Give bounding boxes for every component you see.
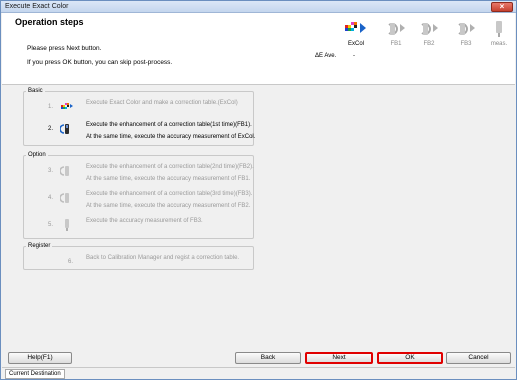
dialog-window: Execute Exact Color × Operation steps Pl…	[0, 0, 517, 380]
step-number: 3.	[48, 168, 54, 174]
ok-button[interactable]: OK	[377, 352, 443, 364]
feedback-cycle-icon	[458, 23, 475, 35]
excol-chart-icon	[345, 22, 366, 33]
stage-label: ExCol	[347, 41, 364, 47]
feedback-cycle-icon	[421, 23, 438, 35]
measurement-device-icon	[65, 219, 69, 231]
close-button[interactable]: ×	[491, 2, 513, 12]
excol-chart-icon	[61, 103, 73, 109]
group-basic: Basic 1. Execute Exact Color and make a …	[23, 88, 256, 146]
stage-fb2: FB2	[412, 19, 446, 53]
stage-label: FB3	[460, 41, 472, 47]
group-title: Basic	[26, 88, 45, 94]
stage-measurement: meas.	[482, 19, 516, 53]
stage-fb1: FB1	[379, 19, 413, 53]
step-description: Execute the enhancement of a correction …	[86, 164, 254, 170]
status-bar: Current Destination	[2, 367, 515, 379]
stage-fb3: FB3	[449, 19, 483, 53]
step-description: Execute Exact Color and make a correctio…	[86, 100, 238, 106]
help-button[interactable]: Help(F1)	[8, 352, 72, 364]
step-description: Execute the enhancement of a correction …	[86, 122, 252, 128]
back-button[interactable]: Back	[235, 352, 301, 364]
cancel-button[interactable]: Cancel	[446, 352, 511, 364]
group-title: Register	[26, 243, 53, 249]
stage-label: FB1	[390, 41, 402, 47]
group-title: Option	[26, 152, 48, 158]
feedback-cycle-icon	[60, 193, 69, 203]
measurement-device-icon	[496, 21, 502, 37]
step-number: 1.	[48, 104, 54, 110]
step-number: 4.	[48, 195, 54, 201]
step-description: Execute the accuracy measurement of FB3.	[86, 218, 203, 224]
feedback-cycle-icon	[60, 124, 69, 134]
step-description: Execute the enhancement of a correction …	[86, 191, 253, 197]
stage-excol: ExCol	[339, 19, 373, 53]
step-description-detail: At the same time, execute the accuracy m…	[86, 176, 251, 182]
stage-label: FB2	[423, 41, 435, 47]
group-register: Register 6. Back to Calibration Manager …	[23, 243, 254, 270]
delta-e-label: ΔE Ave.	[315, 53, 337, 59]
step-number: 6.	[68, 259, 74, 265]
group-option: Option 3. Execute the enhancement of a c…	[23, 152, 254, 239]
title-bar: Execute Exact Color ×	[1, 1, 516, 13]
step-number: 2.	[48, 126, 54, 132]
step-number: 5.	[48, 222, 54, 228]
step-description-detail: At the same time, execute the accuracy m…	[86, 203, 251, 209]
stage-label: meas.	[490, 41, 508, 47]
step-description: Back to Calibration Manager and regist a…	[86, 255, 240, 261]
header-panel: Operation steps Please press Next button…	[2, 13, 515, 85]
instruction-message: Please press Next button.	[27, 45, 102, 52]
current-destination-tab[interactable]: Current Destination	[5, 369, 65, 379]
step-description-detail: At the same time, execute the accuracy m…	[86, 134, 256, 140]
delta-e-value: -	[353, 53, 355, 59]
window-title: Execute Exact Color	[5, 3, 69, 10]
skip-message: If you press OK button, you can skip pos…	[27, 59, 173, 66]
feedback-cycle-icon	[60, 166, 69, 176]
feedback-cycle-icon	[388, 23, 405, 35]
next-button[interactable]: Next	[305, 352, 373, 364]
page-title: Operation steps	[15, 17, 84, 27]
